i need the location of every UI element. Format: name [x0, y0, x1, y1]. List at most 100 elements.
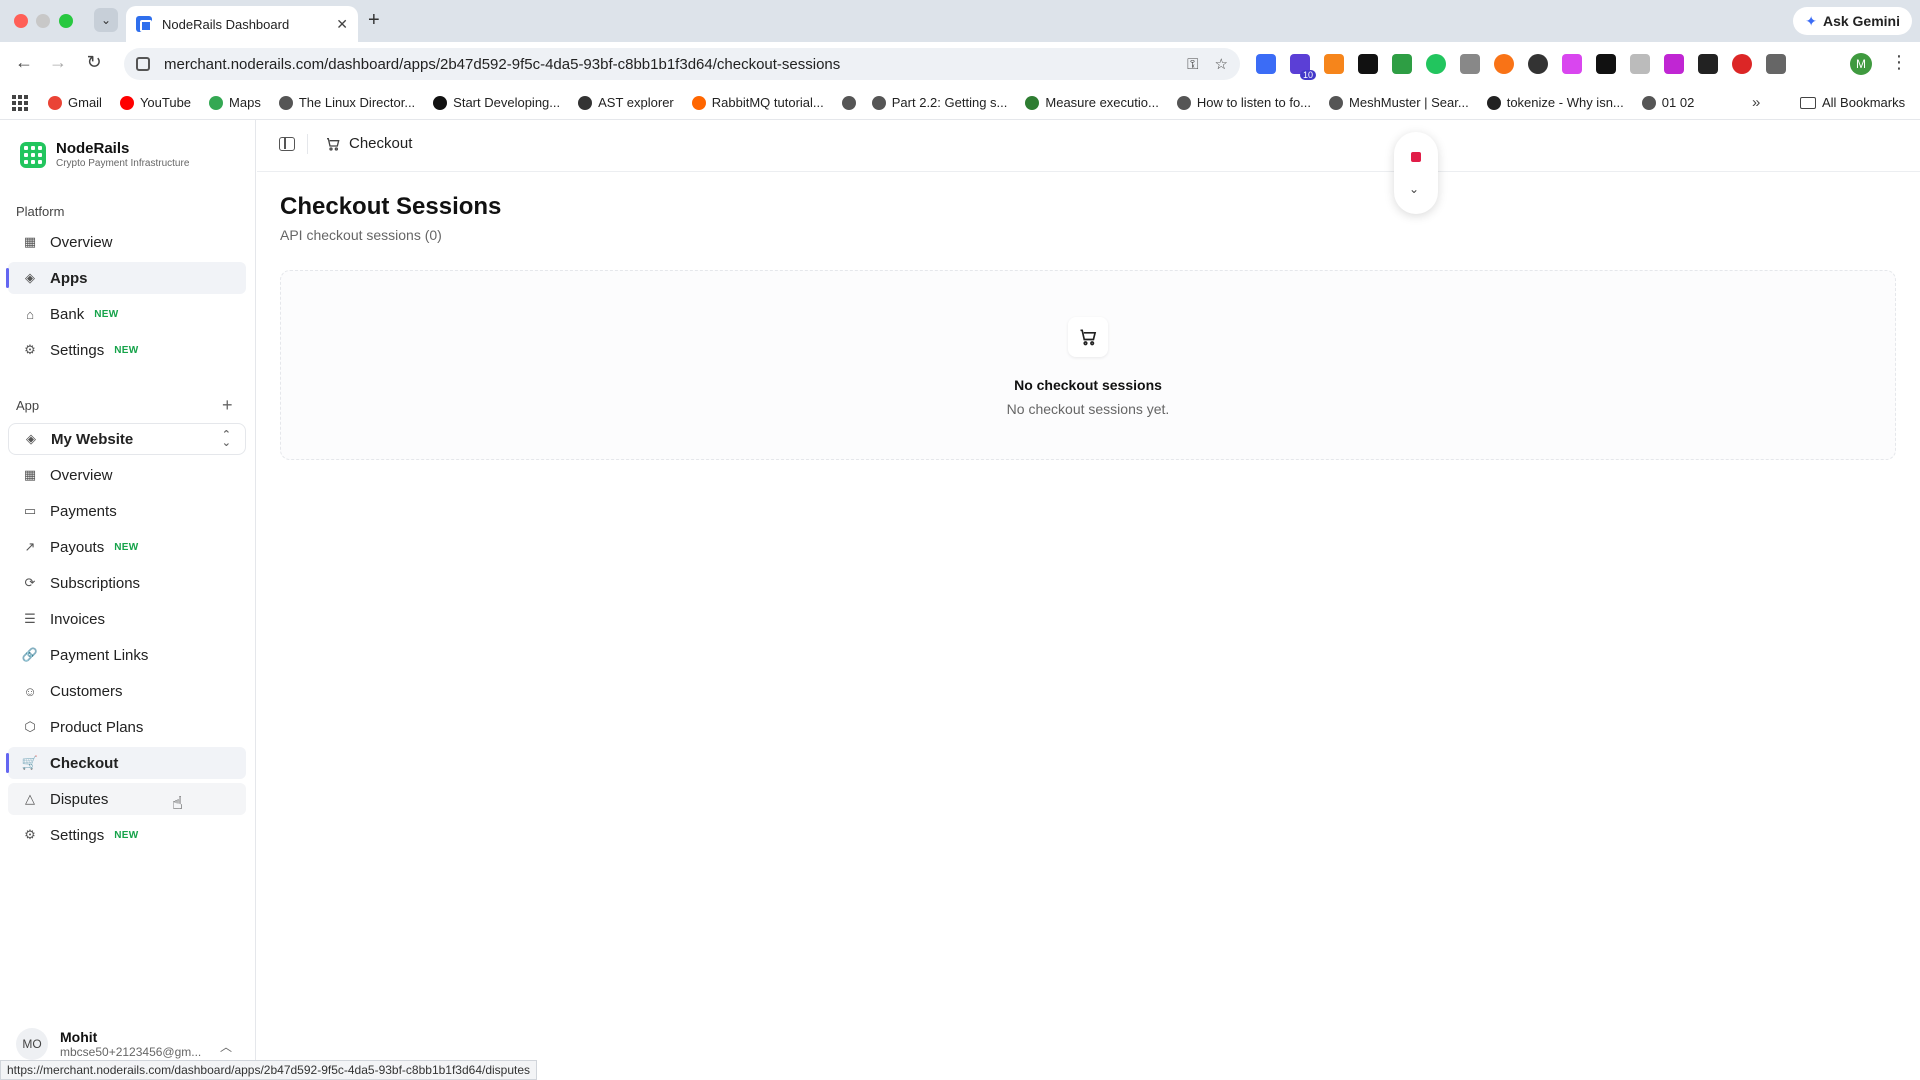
- bookmark-label: Part 2.2: Getting s...: [891, 95, 1008, 110]
- user-email: mbcse50+2123456@gm...: [60, 1045, 202, 1059]
- stop-recording-button[interactable]: [1411, 152, 1421, 162]
- sidebar-item-apps[interactable]: ◈ Apps: [6, 262, 246, 294]
- new-badge: NEW: [114, 344, 139, 356]
- sidebar-toggle-icon[interactable]: [279, 137, 295, 151]
- apps-grid-icon[interactable]: [12, 94, 28, 111]
- sidebar-item-payments[interactable]: ▭ Payments: [8, 495, 246, 527]
- back-button[interactable]: ←: [12, 52, 36, 73]
- sidebar-item-label: Settings: [50, 341, 105, 359]
- bookmarks-bar: Gmail YouTube Maps The Linux Director... Sta…: [0, 86, 1920, 120]
- extension-icon[interactable]: [1732, 54, 1752, 74]
- bookmark-item[interactable]: Part 2.2: Getting s...: [871, 95, 1008, 110]
- sidebar-item-label: Invoices: [50, 610, 106, 628]
- tab-search-button[interactable]: ⌄: [94, 8, 118, 32]
- extension-icon[interactable]: 10: [1290, 54, 1316, 80]
- extension-icon[interactable]: [1596, 54, 1616, 74]
- browser-tab[interactable]: NodeRails Dashboard ✕: [126, 6, 358, 42]
- empty-state-title: No checkout sessions: [1014, 377, 1162, 393]
- metamask-icon[interactable]: [1324, 54, 1344, 74]
- bookmark-item[interactable]: AST explorer: [578, 95, 674, 110]
- empty-state: No checkout sessions No checkout session…: [280, 270, 1896, 460]
- extension-icon[interactable]: [1562, 54, 1582, 74]
- sidebar-item-overview[interactable]: ▦ Overview: [8, 226, 246, 258]
- profile-avatar[interactable]: M: [1850, 53, 1872, 75]
- bookmark-item[interactable]: YouTube: [119, 95, 191, 110]
- brand[interactable]: NodeRails Crypto Payment Infrastructure: [20, 140, 189, 169]
- address-bar[interactable]: merchant.noderails.com/dashboard/apps/2b…: [124, 48, 1240, 80]
- extensions-row: 10: [1256, 54, 1786, 80]
- reload-button[interactable]: ↻: [82, 52, 106, 73]
- chevron-up-icon[interactable]: ︿: [220, 1038, 232, 1055]
- ask-gemini-button[interactable]: ✦ Ask Gemini: [1793, 7, 1912, 35]
- bookmark-label: 01 02: [1661, 95, 1695, 110]
- list-icon: ☰: [24, 611, 36, 626]
- bookmark-item[interactable]: 01 02: [1641, 95, 1695, 110]
- sidebar-item-subscriptions[interactable]: ⟳ Subscriptions: [8, 567, 246, 599]
- extension-icon[interactable]: [1664, 54, 1684, 74]
- password-key-icon[interactable]: ⚿: [1187, 56, 1198, 73]
- extension-icon[interactable]: [1426, 54, 1446, 74]
- sidebar-item-settings[interactable]: ⚙ Settings NEW: [8, 819, 246, 851]
- tab-close-icon[interactable]: ✕: [336, 16, 348, 33]
- extension-icon[interactable]: [1256, 54, 1276, 74]
- bookmarks-overflow-button[interactable]: »: [1752, 94, 1760, 111]
- extension-icon[interactable]: [1630, 54, 1650, 74]
- sidebar-item-payment-links[interactable]: 🔗 Payment Links: [8, 639, 246, 671]
- sidebar-item-overview[interactable]: ▦ Overview: [8, 459, 246, 491]
- bookmark-item[interactable]: How to listen to fo...: [1176, 95, 1311, 110]
- users-icon: ☺: [23, 683, 37, 699]
- gmail-icon: [48, 95, 62, 110]
- add-app-button[interactable]: +: [222, 395, 233, 416]
- site-info-icon[interactable]: [136, 57, 150, 71]
- noderails-logo-icon: [20, 141, 46, 168]
- sidebar-item-settings[interactable]: ⚙ Settings NEW: [8, 334, 246, 366]
- tab-favicon-icon: [136, 16, 152, 32]
- bookmark-item[interactable]: MeshMuster | Sear...: [1329, 95, 1469, 110]
- app-selector[interactable]: ◈ My Website ⌃ ⌄: [8, 423, 246, 455]
- browser-menu-icon[interactable]: ⋮: [1890, 52, 1908, 73]
- extension-icon[interactable]: [1494, 54, 1514, 74]
- download-icon[interactable]: [1392, 54, 1412, 74]
- new-badge: NEW: [114, 541, 139, 553]
- chevron-down-icon[interactable]: ⌄: [1409, 182, 1419, 196]
- medium-icon[interactable]: [1358, 54, 1378, 74]
- sidebar-item-checkout[interactable]: 🛒 Checkout: [6, 747, 246, 779]
- all-bookmarks-button[interactable]: All Bookmarks: [1800, 95, 1905, 110]
- sidebar-item-label: Overview: [50, 233, 113, 251]
- sidebar-item-payouts[interactable]: ↗ Payouts NEW: [8, 531, 246, 563]
- minimize-window-button[interactable]: [36, 14, 50, 28]
- globe-icon: [871, 95, 886, 110]
- sidebar-item-disputes[interactable]: △ Disputes: [8, 783, 246, 815]
- bookmark-star-icon[interactable]: ☆: [1215, 55, 1228, 73]
- bookmark-item[interactable]: Measure executio...: [1025, 95, 1159, 110]
- content-header: Checkout: [257, 120, 1920, 172]
- recording-widget[interactable]: ⌄: [1394, 132, 1438, 214]
- sidebar-item-label: Payment Links: [50, 646, 149, 664]
- address-url[interactable]: merchant.noderails.com/dashboard/apps/2b…: [164, 56, 1171, 73]
- sidebar-item-product-plans[interactable]: ⬡ Product Plans: [8, 711, 246, 743]
- layers-icon: ◈: [26, 431, 36, 446]
- sidebar-item-bank[interactable]: ⌂ Bank NEW: [8, 298, 246, 330]
- bookmark-item[interactable]: [841, 95, 862, 110]
- bookmark-item[interactable]: The Linux Director...: [278, 95, 415, 110]
- rabbitmq-icon: [691, 95, 706, 110]
- extension-icon[interactable]: [1460, 54, 1480, 74]
- user-menu[interactable]: MO Mohit mbcse50+2123456@gm...: [16, 1028, 201, 1060]
- extension-icon[interactable]: [1698, 54, 1718, 74]
- extension-icon[interactable]: [1528, 54, 1548, 74]
- bookmark-item[interactable]: Maps: [209, 95, 261, 110]
- forward-button[interactable]: →: [46, 52, 70, 73]
- bookmark-item[interactable]: Start Developing...: [433, 95, 560, 110]
- new-tab-button[interactable]: +: [368, 9, 380, 32]
- cart-icon: 🛒: [21, 755, 39, 770]
- puzzle-icon[interactable]: [1766, 54, 1786, 74]
- sidebar-item-invoices[interactable]: ☰ Invoices: [8, 603, 246, 635]
- maximize-window-button[interactable]: [59, 14, 73, 28]
- layers-icon: ◈: [25, 270, 35, 285]
- bookmark-item[interactable]: tokenize - Why isn...: [1486, 95, 1624, 110]
- link-status-bar: https://merchant.noderails.com/dashboard…: [0, 1060, 538, 1080]
- bookmark-item[interactable]: RabbitMQ tutorial...: [691, 95, 824, 110]
- close-window-button[interactable]: [14, 14, 28, 28]
- sidebar-item-customers[interactable]: ☺ Customers: [8, 675, 246, 707]
- bookmark-item[interactable]: Gmail: [48, 95, 102, 110]
